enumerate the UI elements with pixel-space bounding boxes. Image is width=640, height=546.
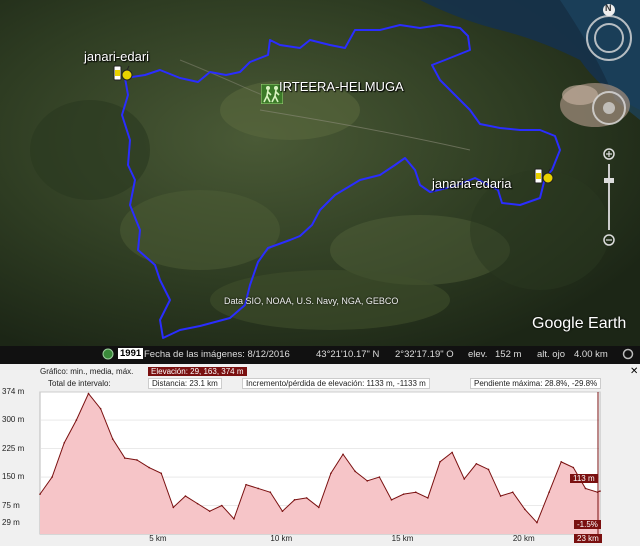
- elevation-point: [281, 510, 284, 513]
- current-distance-flag: 23 km: [574, 534, 602, 543]
- x-tick-label: 20 km: [512, 534, 535, 543]
- eye-altitude-value: 4.00 km: [574, 349, 608, 360]
- elevation-point: [75, 419, 78, 421]
- current-slope-flag: -1.5%: [574, 520, 601, 529]
- elevation-point: [160, 472, 163, 475]
- elevation-value: 152 m: [495, 349, 522, 360]
- zoom-slider[interactable]: [604, 164, 614, 230]
- placemark-label[interactable]: janaria-edaria: [432, 176, 512, 191]
- elevation-point: [354, 470, 356, 473]
- elevation-point: [524, 508, 526, 511]
- y-tick-label: 75 m: [2, 500, 20, 510]
- elevation-point: [439, 461, 441, 463]
- elevation-point: [402, 493, 405, 495]
- elevation-point: [111, 438, 114, 440]
- elevation-point: [463, 478, 466, 480]
- y-tick-label: 29 m: [2, 517, 20, 527]
- elevation-point: [499, 495, 502, 497]
- elevation-label: elev.: [468, 349, 488, 360]
- x-tick-label: 15 km: [391, 534, 414, 543]
- elevation-point: [536, 521, 538, 524]
- elevation-point: [427, 497, 429, 499]
- compass-north-label: N: [605, 3, 612, 13]
- start-finish-label[interactable]: IRTEERA-HELMUGA: [279, 79, 404, 94]
- y-tick-label: 300 m: [2, 415, 25, 425]
- elevation-point: [269, 491, 272, 494]
- elevation-point: [511, 491, 514, 494]
- elevation-point: [221, 504, 223, 507]
- elevation-point: [39, 493, 41, 495]
- placemark-label[interactable]: janari-edari: [84, 49, 149, 64]
- elevation-point: [342, 453, 344, 456]
- current-elevation-flag: 113 m: [570, 474, 598, 483]
- elevation-point: [317, 506, 320, 509]
- elevation-point: [475, 462, 478, 465]
- compass-ring[interactable]: [586, 15, 632, 61]
- elevation-point: [548, 491, 550, 494]
- elevation-point: [99, 407, 102, 410]
- y-tick-label: 225 m: [2, 443, 25, 453]
- elevation-point: [305, 497, 308, 499]
- navigation-controls: N: [583, 0, 639, 340]
- elevation-point: [487, 468, 490, 471]
- imagery-date: Fecha de las imágenes: 8/12/2016: [144, 349, 290, 360]
- elevation-point: [63, 442, 66, 444]
- streaming-indicator-icon: [622, 348, 634, 363]
- elevation-point: [560, 461, 563, 463]
- elevation-point: [124, 457, 126, 459]
- historical-imagery-year[interactable]: 1991: [118, 348, 144, 359]
- elevation-point: [51, 476, 53, 478]
- y-tick-label: 150 m: [2, 472, 25, 482]
- latitude-readout: 43°21'10.17" N: [316, 349, 380, 360]
- zoom-out-icon[interactable]: [603, 234, 615, 246]
- map-view[interactable]: janari-edari IRTEERA-HELMUGA janaria-eda…: [0, 0, 640, 346]
- elevation-point: [257, 487, 259, 490]
- elevation-point: [148, 466, 150, 469]
- x-tick-label: 5 km: [149, 534, 167, 543]
- data-attribution: Data SIO, NOAA, U.S. Navy, NGA, GEBCO: [224, 296, 399, 306]
- elevation-chart[interactable]: [0, 364, 640, 546]
- status-bar: 1991 Fecha de las imágenes: 8/12/2016 43…: [0, 346, 640, 364]
- y-tick-label: 374 m: [2, 387, 25, 396]
- elevation-point: [451, 451, 453, 454]
- elevation-point: [366, 480, 369, 482]
- elevation-point: [208, 510, 211, 513]
- elevation-point: [196, 502, 199, 505]
- x-tick-label: 10 km: [270, 534, 293, 543]
- zoom-in-icon[interactable]: [603, 148, 615, 160]
- elevation-point: [584, 487, 587, 490]
- eye-altitude-label: alt. ojo: [537, 349, 565, 360]
- elevation-point: [572, 466, 575, 469]
- elevation-point: [293, 499, 296, 501]
- pan-control[interactable]: [592, 91, 626, 125]
- elevation-point: [233, 518, 235, 520]
- elevation-point: [414, 491, 417, 494]
- elevation-point: [390, 499, 393, 501]
- elevation-point: [87, 392, 90, 395]
- elevation-point: [330, 472, 332, 475]
- elevation-point: [378, 476, 381, 478]
- elevation-point: [245, 483, 247, 486]
- longitude-readout: 2°32'17.19" O: [395, 349, 454, 360]
- globe-icon: [102, 348, 114, 363]
- elevation-point: [136, 459, 138, 461]
- elevation-point: [184, 495, 187, 497]
- elevation-profile-panel: Gráfico: min., media, máx. Elevación: 29…: [0, 364, 640, 546]
- elevation-point: [599, 490, 601, 492]
- elevation-point: [172, 506, 175, 509]
